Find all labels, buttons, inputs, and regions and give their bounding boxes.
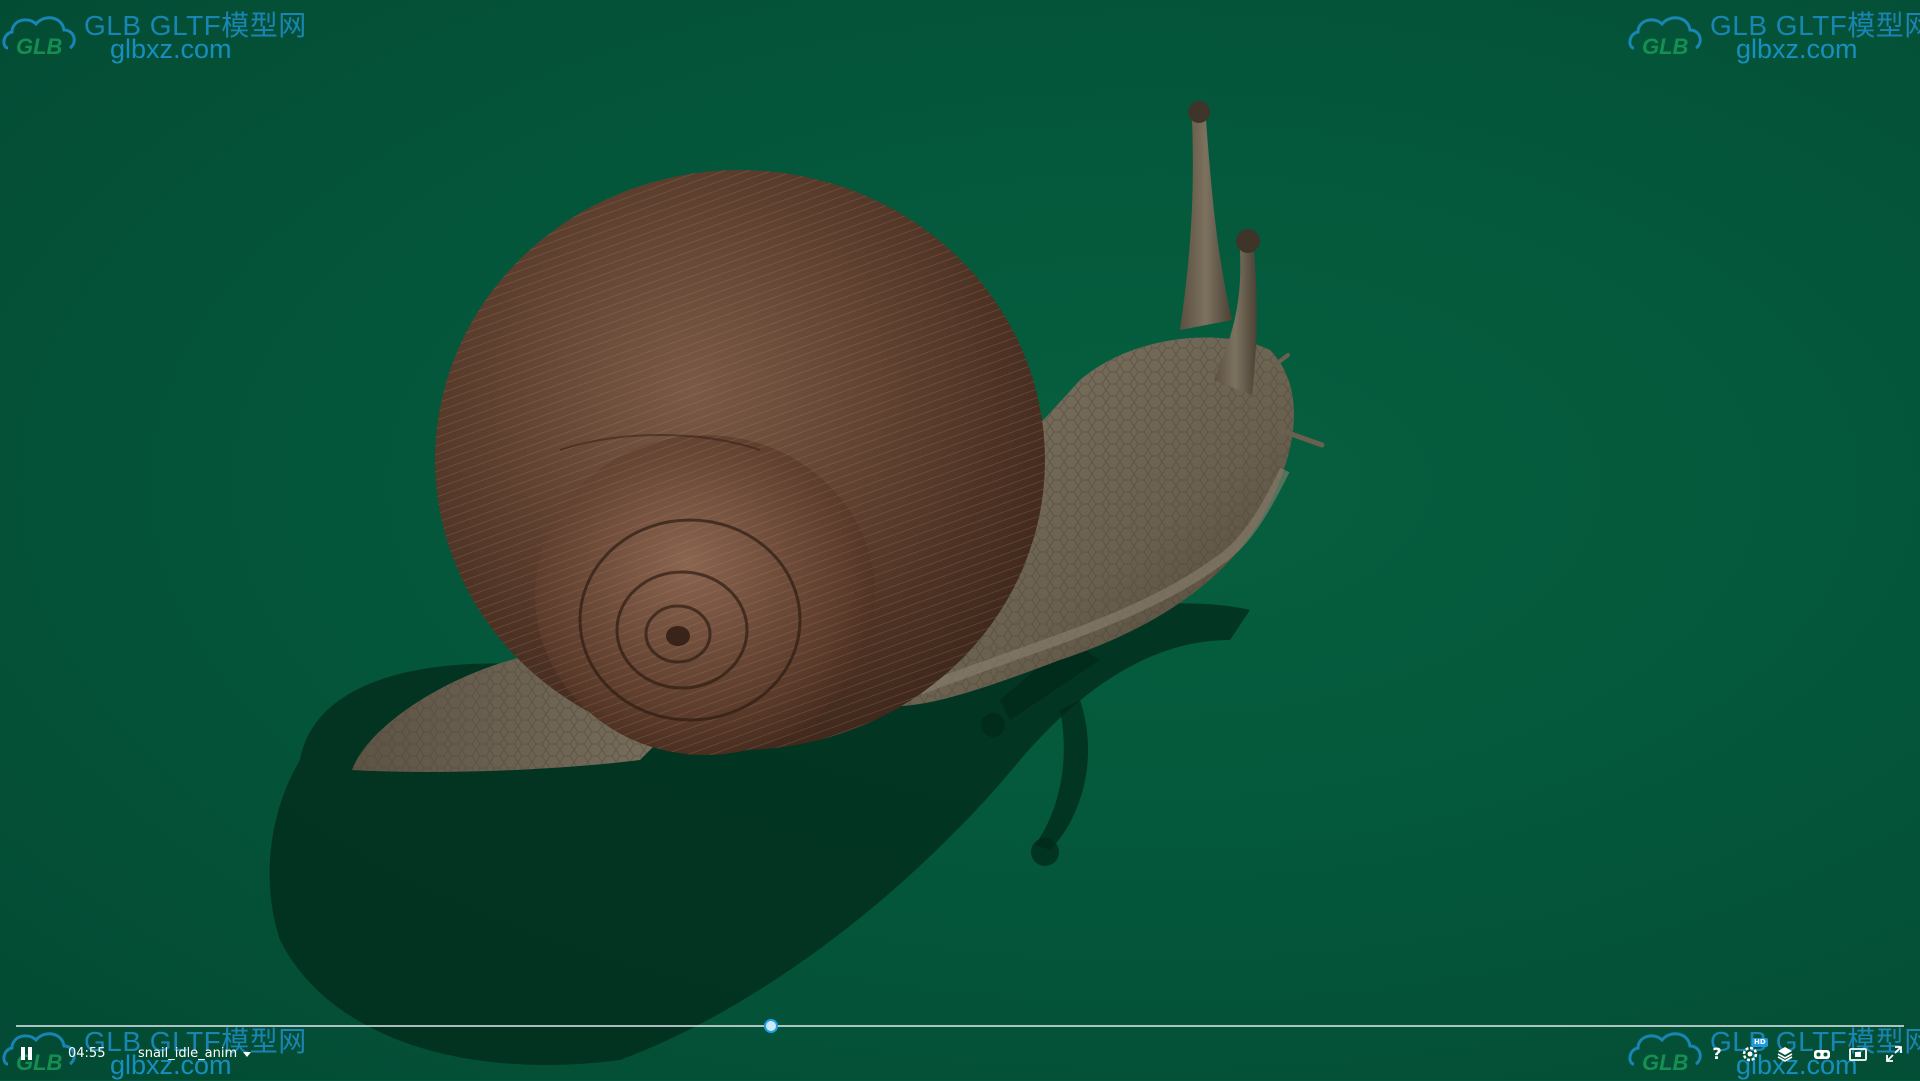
settings-button[interactable] bbox=[1740, 1044, 1760, 1064]
screenshot-button[interactable] bbox=[1848, 1044, 1868, 1064]
snail-model-render[interactable] bbox=[0, 0, 1920, 1080]
layers-icon bbox=[1777, 1047, 1793, 1062]
fullscreen-button[interactable] bbox=[1884, 1044, 1904, 1064]
animation-select-value: snail_idle_anim bbox=[138, 1046, 238, 1061]
viewer-control-bar: 04:55 snail_idle_anim ? HD bbox=[0, 1038, 1920, 1070]
play-pause-button[interactable] bbox=[20, 1046, 36, 1062]
vr-button[interactable] bbox=[1812, 1044, 1832, 1064]
animation-time: 04:55 bbox=[68, 1046, 106, 1061]
help-button[interactable]: ? bbox=[1707, 1044, 1727, 1064]
hd-badge: HD bbox=[1752, 1038, 1768, 1047]
layers-button[interactable] bbox=[1775, 1044, 1795, 1064]
fullscreen-icon bbox=[1886, 1046, 1902, 1062]
3d-viewport[interactable] bbox=[0, 0, 1920, 1080]
chevron-down-icon bbox=[243, 1052, 252, 1057]
screenshot-icon bbox=[1849, 1048, 1867, 1061]
animation-select[interactable]: snail_idle_anim bbox=[138, 1046, 252, 1061]
help-icon: ? bbox=[1712, 1044, 1722, 1063]
settings-icon bbox=[1742, 1046, 1758, 1062]
timeline-track[interactable] bbox=[16, 1025, 1904, 1027]
animation-timeline[interactable] bbox=[16, 1019, 1904, 1033]
vr-headset-icon bbox=[1814, 1050, 1830, 1059]
